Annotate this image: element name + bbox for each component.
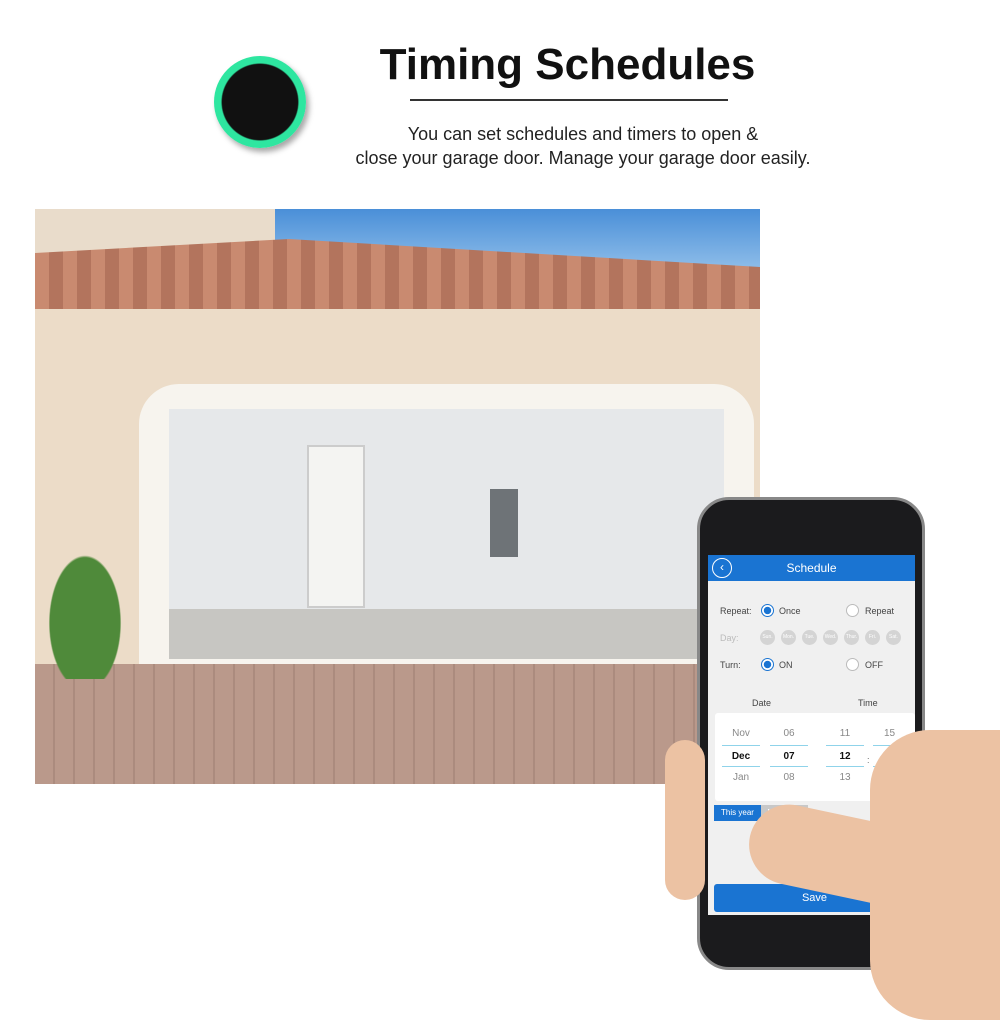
- time-label: Time: [858, 698, 878, 708]
- wheel-item: 13: [839, 772, 851, 783]
- subtitle-line-1: You can set schedules and timers to open…: [407, 124, 759, 144]
- wheel-selected: 12: [826, 745, 864, 767]
- hand: [870, 730, 1000, 1020]
- day-fri[interactable]: Fri.: [865, 630, 880, 645]
- day-wheel[interactable]: 06 07 08: [770, 723, 808, 789]
- radio-repeat[interactable]: [846, 604, 859, 617]
- wheel-item: Nov: [732, 728, 750, 739]
- radio-off[interactable]: [846, 658, 859, 671]
- radio-once[interactable]: [761, 604, 774, 617]
- repeat-label: Repeat:: [720, 606, 752, 616]
- subtitle-line-2: close your garage door. Manage your gara…: [355, 148, 811, 168]
- app-header: Schedule: [708, 555, 915, 581]
- wheel-selected: Dec: [722, 745, 760, 767]
- month-wheel[interactable]: Nov Dec Jan: [722, 723, 760, 789]
- wheel-item: 11: [839, 728, 851, 739]
- on-label: ON: [779, 660, 793, 670]
- wheel-item: Jan: [732, 772, 750, 783]
- turn-label: Turn:: [720, 660, 741, 670]
- radio-on[interactable]: [761, 658, 774, 671]
- fingers: [665, 740, 705, 900]
- day-selector: Sun. Mon. Tue. Wed. Thur. Fri. Sat.: [760, 630, 901, 645]
- day-sun[interactable]: Sun.: [760, 630, 775, 645]
- once-label: Once: [779, 606, 801, 616]
- date-label: Date: [752, 698, 772, 708]
- day-thu[interactable]: Thur.: [844, 630, 859, 645]
- day-label: Day:: [720, 633, 739, 643]
- day-wed[interactable]: Wed.: [823, 630, 838, 645]
- chevron-left-icon[interactable]: ‹: [712, 558, 732, 578]
- repeat-option-label: Repeat: [865, 606, 895, 616]
- page-title: Timing Schedules: [379, 40, 756, 89]
- wheel-item: 08: [783, 772, 795, 783]
- garage-photo: [35, 209, 760, 784]
- off-label: OFF: [865, 660, 883, 670]
- wheel-selected: 07: [770, 745, 808, 767]
- this-year-tab[interactable]: This year: [714, 805, 761, 821]
- title-divider: [410, 99, 728, 101]
- day-sat[interactable]: Sat.: [886, 630, 901, 645]
- wheel-item: 06: [783, 728, 795, 739]
- hour-wheel[interactable]: 11 12 13: [826, 723, 864, 789]
- time-separator: :: [867, 755, 870, 765]
- day-tue[interactable]: Tue.: [802, 630, 817, 645]
- day-mon[interactable]: Mon.: [781, 630, 796, 645]
